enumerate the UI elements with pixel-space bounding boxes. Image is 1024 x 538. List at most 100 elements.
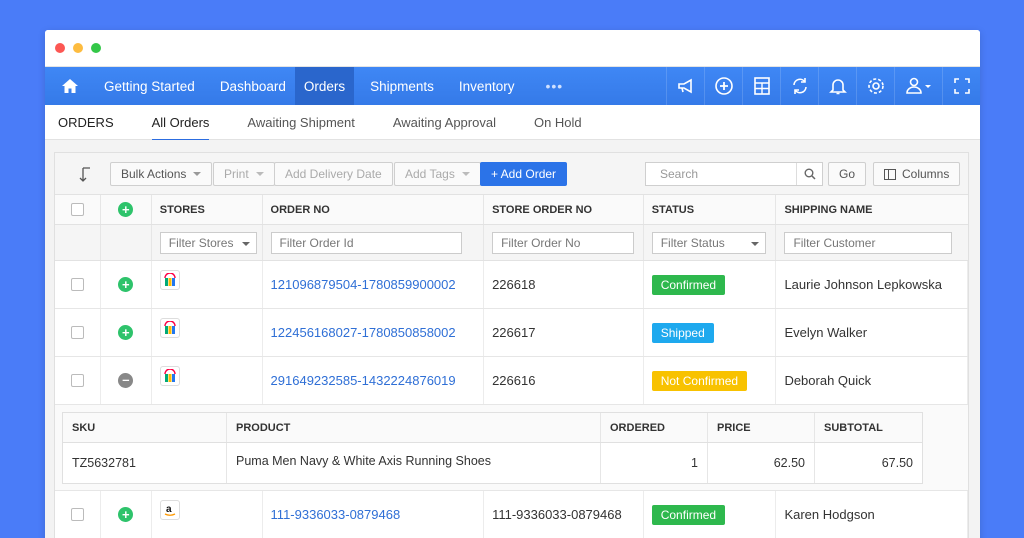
filter-customer-input[interactable]: Filter Customer xyxy=(784,231,953,254)
row-expand-cell: + xyxy=(101,309,152,356)
nav-getting-started[interactable]: Getting Started xyxy=(95,67,204,105)
sync-icon[interactable] xyxy=(780,67,818,105)
home-icon[interactable] xyxy=(45,67,95,105)
header-shipping-name[interactable]: SHIPPING NAME xyxy=(776,195,968,224)
user-menu-icon[interactable] xyxy=(894,67,942,105)
order-tabs: ORDERS All Orders Awaiting Shipment Awai… xyxy=(45,105,980,141)
row-status-cell: Not Confirmed xyxy=(644,357,777,404)
filter-order-id-cell: Filter Order Id xyxy=(263,225,485,260)
nav-orders[interactable]: Orders xyxy=(294,67,355,105)
status-badge: Not Confirmed xyxy=(651,370,748,391)
announcement-icon[interactable] xyxy=(666,67,704,105)
filter-order-no-input[interactable]: Filter Order No xyxy=(492,231,635,254)
columns-icon xyxy=(884,168,896,180)
status-badge: Confirmed xyxy=(651,504,726,525)
filter-stores-cell: Filter Stores xyxy=(152,225,263,260)
filter-empty-cell xyxy=(101,225,152,260)
row-status-cell: Confirmed xyxy=(644,261,777,308)
header-stores[interactable]: STORES xyxy=(152,195,263,224)
filter-row: Filter Stores Filter Order Id Filter Ord… xyxy=(55,225,968,261)
tab-all-orders[interactable]: All Orders xyxy=(151,105,209,141)
row-checkbox[interactable] xyxy=(70,508,84,521)
add-tags-button[interactable]: Add Tags xyxy=(394,162,481,186)
order-no-link[interactable]: 121096879504-1780859900002 xyxy=(271,277,456,292)
filter-order-no-placeholder: Filter Order No xyxy=(501,235,581,250)
columns-button[interactable]: Columns xyxy=(873,162,961,186)
shipping-name: Laurie Johnson Lepkowska xyxy=(776,261,969,308)
filter-status-label: Filter Status xyxy=(660,235,725,250)
bulk-actions-button[interactable]: Bulk Actions xyxy=(110,162,213,186)
title-bar xyxy=(45,30,980,67)
bell-icon[interactable] xyxy=(818,67,856,105)
sort-icon[interactable] xyxy=(79,167,93,188)
table-row[interactable]: + 122456168027-1780850858002 226617 Ship… xyxy=(55,309,969,357)
table-row[interactable]: – 291649232585-1432224876019 226616 Not … xyxy=(55,357,969,405)
amazon-icon: a xyxy=(159,499,180,520)
row-checkbox[interactable] xyxy=(70,326,84,339)
header-store-order-no[interactable]: STORE ORDER NO xyxy=(484,195,644,224)
close-window-button[interactable] xyxy=(55,43,65,53)
order-no-link[interactable]: 111-9336033-0879468 xyxy=(271,507,401,522)
select-all-checkbox[interactable] xyxy=(70,203,84,216)
tab-on-hold[interactable]: On Hold xyxy=(534,105,582,140)
row-expand-cell: + xyxy=(101,261,152,308)
status-badge: Confirmed xyxy=(651,274,726,295)
orders-toolbar: Bulk Actions Print Add Delivery Date Add… xyxy=(55,153,968,195)
header-sku: SKU xyxy=(63,413,227,442)
row-status-cell: Confirmed xyxy=(644,491,777,538)
maximize-window-button[interactable] xyxy=(91,43,101,53)
table-row[interactable]: + 121096879504-1780859900002 226618 Conf… xyxy=(55,261,969,309)
filter-status-select[interactable]: Filter Status xyxy=(651,231,766,254)
calculator-icon[interactable] xyxy=(742,67,780,105)
order-no-link[interactable]: 291649232585-1432224876019 xyxy=(271,373,456,388)
minimize-window-button[interactable] xyxy=(73,43,83,53)
store-order-no: 226618 xyxy=(484,261,644,308)
items-header: SKU PRODUCT ORDERED PRICE SUBTOTAL xyxy=(63,413,922,443)
nav-more-icon[interactable]: ••• xyxy=(523,67,563,105)
filter-order-no-cell: Filter Order No xyxy=(484,225,644,260)
order-details-panel: SKU PRODUCT ORDERED PRICE SUBTOTAL TZ563… xyxy=(55,405,968,491)
add-circle-icon[interactable] xyxy=(704,67,742,105)
orders-panel: Bulk Actions Print Add Delivery Date Add… xyxy=(54,152,969,538)
row-checkbox[interactable] xyxy=(70,278,84,291)
row-expand-cell: – xyxy=(101,357,152,404)
row-checkbox-cell xyxy=(55,357,101,404)
header-status[interactable]: STATUS xyxy=(644,195,777,224)
search-input[interactable]: Search xyxy=(645,162,823,186)
table-header: + STORES ORDER NO STORE ORDER NO STATUS … xyxy=(55,195,968,225)
table-row[interactable]: + a 111-9336033-0879468 111-9336033-0879… xyxy=(55,491,969,538)
tab-awaiting-approval[interactable]: Awaiting Approval xyxy=(393,105,496,140)
filter-status-cell: Filter Status xyxy=(644,225,777,260)
expand-row-icon[interactable]: + xyxy=(118,325,134,340)
content-area: Bulk Actions Print Add Delivery Date Add… xyxy=(45,140,980,538)
top-navbar: Getting Started Dashboard Orders Shipmen… xyxy=(45,67,980,105)
filter-order-id-placeholder: Filter Order Id xyxy=(279,235,354,250)
add-order-button[interactable]: + Add Order xyxy=(480,162,568,186)
nav-inventory[interactable]: Inventory xyxy=(443,67,524,105)
fullscreen-icon[interactable] xyxy=(942,67,980,105)
nav-shipments[interactable]: Shipments xyxy=(354,67,443,105)
store-order-no: 226617 xyxy=(484,309,644,356)
header-expand-cell: + xyxy=(101,195,152,224)
row-checkbox[interactable] xyxy=(70,374,84,387)
row-store-cell xyxy=(152,261,263,308)
row-store-cell xyxy=(152,357,263,404)
filter-stores-select[interactable]: Filter Stores xyxy=(159,231,257,254)
columns-label: Columns xyxy=(902,167,950,181)
tab-awaiting-shipment[interactable]: Awaiting Shipment xyxy=(247,105,354,140)
header-order-no[interactable]: ORDER NO xyxy=(263,195,485,224)
filter-order-id-input[interactable]: Filter Order Id xyxy=(270,231,462,254)
go-button[interactable]: Go xyxy=(828,162,867,186)
nav-dashboard[interactable]: Dashboard xyxy=(204,67,295,105)
expand-all-icon[interactable]: + xyxy=(118,202,134,217)
add-delivery-date-button[interactable]: Add Delivery Date xyxy=(274,162,393,186)
collapse-row-icon[interactable]: – xyxy=(118,373,134,388)
expand-row-icon[interactable]: + xyxy=(118,507,134,522)
search-icon[interactable] xyxy=(796,163,822,185)
gear-icon[interactable] xyxy=(856,67,894,105)
order-no-link[interactable]: 122456168027-1780850858002 xyxy=(271,325,456,340)
row-order-no-cell: 111-9336033-0879468 xyxy=(263,491,485,538)
add-tags-label: Add Tags xyxy=(405,167,455,181)
expand-row-icon[interactable]: + xyxy=(118,277,134,292)
print-button[interactable]: Print xyxy=(213,162,275,186)
